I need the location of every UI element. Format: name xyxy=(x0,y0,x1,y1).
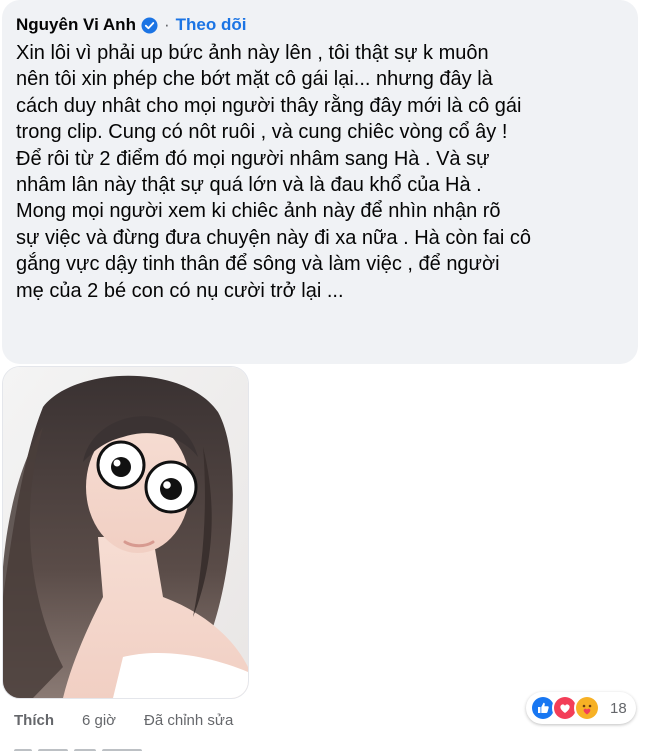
separator-dot: · xyxy=(163,15,170,34)
author-name[interactable]: Nguyên Vi Anh xyxy=(16,14,136,36)
photo-illustration xyxy=(3,367,248,698)
comment-line: nên tôi xin phép che bớt mặt cô gái lại.… xyxy=(16,68,493,91)
comment-line: nhâm lân này thật sự quá lớn và là đau k… xyxy=(16,174,482,197)
care-reaction-icon xyxy=(574,695,600,721)
reaction-count: 18 xyxy=(610,699,627,717)
comment-line: Xin lôi vì phải up bức ảnh này lên , tôi… xyxy=(16,42,489,64)
reactions-summary[interactable]: 18 xyxy=(526,692,636,724)
comment-text: Xin lôi vì phải up bức ảnh này lên , tôi… xyxy=(16,40,628,304)
comment-actions: Thích 6 giờ Đã chỉnh sửa xyxy=(14,711,233,731)
comment-line: trong clip. Cung có nôt ruôi , và cung c… xyxy=(16,121,508,144)
comment-line: mẹ của 2 bé con có nụ cười trở lại ... xyxy=(16,279,344,302)
edited-label: Đã chỉnh sửa xyxy=(144,712,234,729)
comment-bubble: Nguyên Vi Anh · Theo dõi Xin lôi vì phải… xyxy=(2,0,638,364)
comment-line: gắng vực dậy tinh thân để sông và làm vi… xyxy=(16,253,500,276)
comment-timestamp[interactable]: 6 giờ xyxy=(82,711,116,731)
follow-button[interactable]: Theo dõi xyxy=(176,14,247,36)
comment-header: Nguyên Vi Anh · Theo dõi xyxy=(16,14,246,36)
verified-badge-icon xyxy=(141,17,158,34)
comment-line: Mong mọi người xem ki chiêc ảnh này để n… xyxy=(16,200,501,223)
comment-line: cách duy nhât cho mọi người thây rằng đâ… xyxy=(16,94,522,117)
comment-photo[interactable] xyxy=(2,366,249,699)
like-button[interactable]: Thích xyxy=(14,711,54,731)
comment-line: sự việc và đừng đưa chuyện này đi xa nữa… xyxy=(16,226,531,249)
next-comment-preview xyxy=(14,742,174,751)
comment-line: Để rôi từ 2 điểm đó mọi người nhâm sang … xyxy=(16,147,490,170)
